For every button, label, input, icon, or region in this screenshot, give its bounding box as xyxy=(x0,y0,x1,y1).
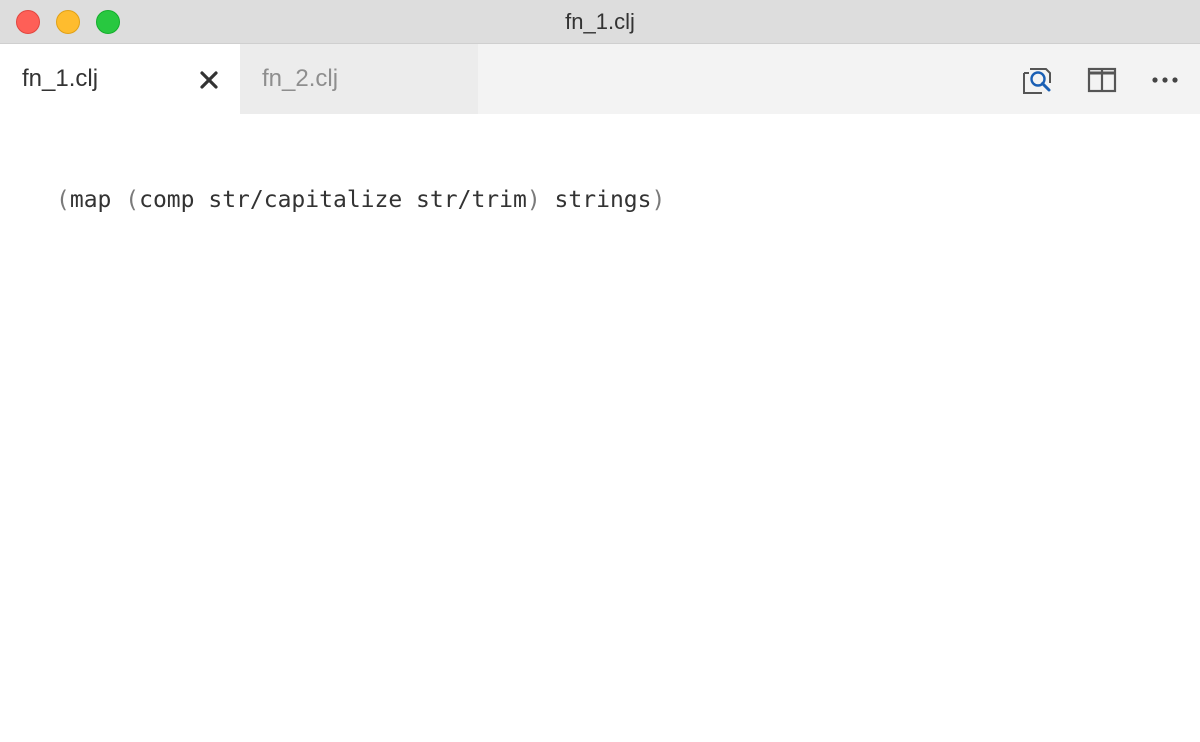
tab-bar: fn_1.clj fn_2.clj xyxy=(0,44,1200,114)
code-token-paren: ) xyxy=(651,187,666,213)
code-token-paren: ) xyxy=(526,187,541,213)
tab-fn-1[interactable]: fn_1.clj xyxy=(0,44,240,114)
window-title: fn_1.clj xyxy=(565,9,635,34)
tab-label: fn_1.clj xyxy=(22,65,99,92)
more-actions-icon[interactable] xyxy=(1149,64,1181,96)
tab-fn-2[interactable]: fn_2.clj xyxy=(240,44,478,114)
code-token: comp str/capitalize str/trim xyxy=(139,187,527,213)
code-line: (map (comp str/capitalize str/trim) stri… xyxy=(56,187,665,213)
find-in-file-icon[interactable] xyxy=(1021,64,1053,96)
split-editor-icon[interactable] xyxy=(1086,64,1118,96)
code-token: map xyxy=(69,187,126,213)
code-token-paren: ( xyxy=(56,187,70,213)
editor-window: fn_1.clj fn_1.clj fn_2.clj (map (comp st… xyxy=(0,0,1200,742)
tab-label: fn_2.clj xyxy=(262,65,339,92)
close-tab-icon[interactable] xyxy=(196,67,222,93)
title-bar: fn_1.clj xyxy=(0,0,1200,44)
code-token-paren: ( xyxy=(125,187,140,213)
code-editor[interactable]: (map (comp str/capitalize str/trim) stri… xyxy=(0,114,1200,742)
code-token: strings xyxy=(540,187,652,213)
